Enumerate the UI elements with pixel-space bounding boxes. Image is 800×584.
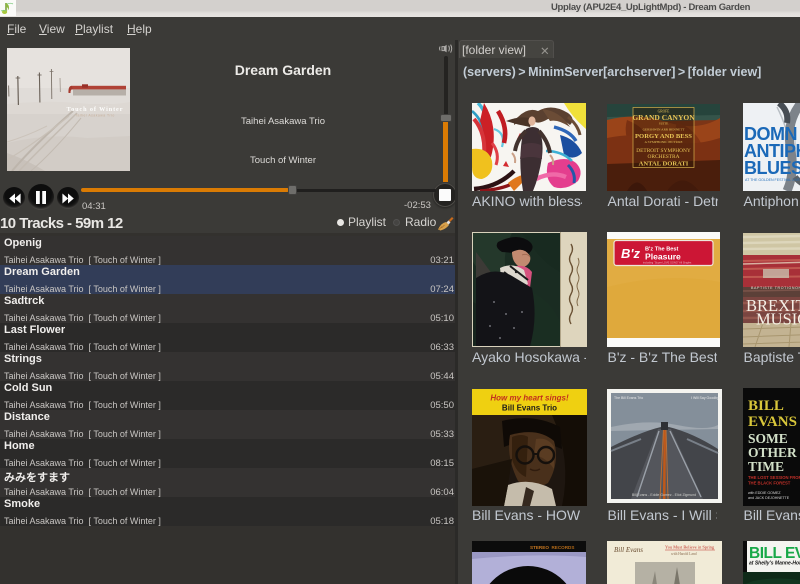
svg-text:THE LOST SESSION FROM: THE LOST SESSION FROM bbox=[748, 475, 800, 480]
svg-text:with EDDIE GOMEZ: with EDDIE GOMEZ bbox=[748, 491, 781, 495]
svg-text:STEREO RECORDS: STEREO RECORDS bbox=[530, 545, 574, 550]
svg-text:Bill Evans: Bill Evans bbox=[614, 546, 643, 554]
svg-text:Bill Evans Trio: Bill Evans Trio bbox=[502, 404, 557, 413]
svg-text:including “Super LOVE SONG” Al: including “Super LOVE SONG” All Singles bbox=[643, 261, 692, 265]
svg-text:A SYMPHONIC PICTURE: A SYMPHONIC PICTURE bbox=[645, 140, 683, 144]
svg-text:BLUES: BLUES bbox=[744, 158, 800, 178]
svg-text:How my heart sings!: How my heart sings! bbox=[490, 394, 569, 403]
svg-text:You Must Believe in Spring: You Must Believe in Spring bbox=[665, 545, 715, 550]
svg-text:SUITE: SUITE bbox=[659, 122, 669, 126]
svg-text:AT THE GOLDEN FESTIVAL LIVE: AT THE GOLDEN FESTIVAL LIVE bbox=[745, 178, 800, 182]
svg-text:BILL: BILL bbox=[748, 398, 784, 414]
svg-text:The Bill Evans Trio: The Bill Evans Trio bbox=[614, 396, 643, 400]
svg-text:ANTAL DORATI: ANTAL DORATI bbox=[639, 161, 689, 168]
svg-text:BILL EVANS: BILL EVANS bbox=[749, 545, 800, 562]
svg-text:SOME: SOME bbox=[748, 431, 788, 446]
svg-text:Pleasure: Pleasure bbox=[645, 252, 681, 262]
svg-text:ORCHESTRA: ORCHESTRA bbox=[648, 154, 680, 160]
svg-text:I Will Say Goodbye: I Will Say Goodbye bbox=[691, 396, 721, 400]
svg-text:with Harold Land: with Harold Land bbox=[671, 552, 697, 556]
svg-text:THE BLACK FOREST: THE BLACK FOREST bbox=[748, 481, 791, 486]
svg-text:EVANS: EVANS bbox=[748, 414, 797, 430]
svg-text:Touch of Winter: Touch of Winter bbox=[67, 106, 124, 113]
svg-text:GERSHWIN ARR BENNETT: GERSHWIN ARR BENNETT bbox=[643, 128, 686, 132]
svg-text:Taihei Asakawa Trio: Taihei Asakawa Trio bbox=[75, 114, 114, 118]
svg-text:at Shelly's Manne-Hole: at Shelly's Manne-Hole bbox=[749, 561, 800, 567]
svg-text:OTHER: OTHER bbox=[748, 445, 797, 460]
svg-text:PORGY AND BESS: PORGY AND BESS bbox=[636, 133, 693, 140]
svg-text:B'z: B'z bbox=[621, 246, 640, 261]
svg-text:BAPTISTE TROTIGNON: BAPTISTE TROTIGNON bbox=[751, 286, 800, 290]
svg-text:Bill Evans - Eddie Gomez - Eli: Bill Evans - Eddie Gomez - Eliot Zigmund bbox=[632, 493, 696, 497]
svg-text:and JACK DEJOHNETTE: and JACK DEJOHNETTE bbox=[748, 496, 790, 500]
svg-text:TIME: TIME bbox=[748, 459, 784, 474]
svg-text:MUSIC: MUSIC bbox=[756, 310, 800, 329]
